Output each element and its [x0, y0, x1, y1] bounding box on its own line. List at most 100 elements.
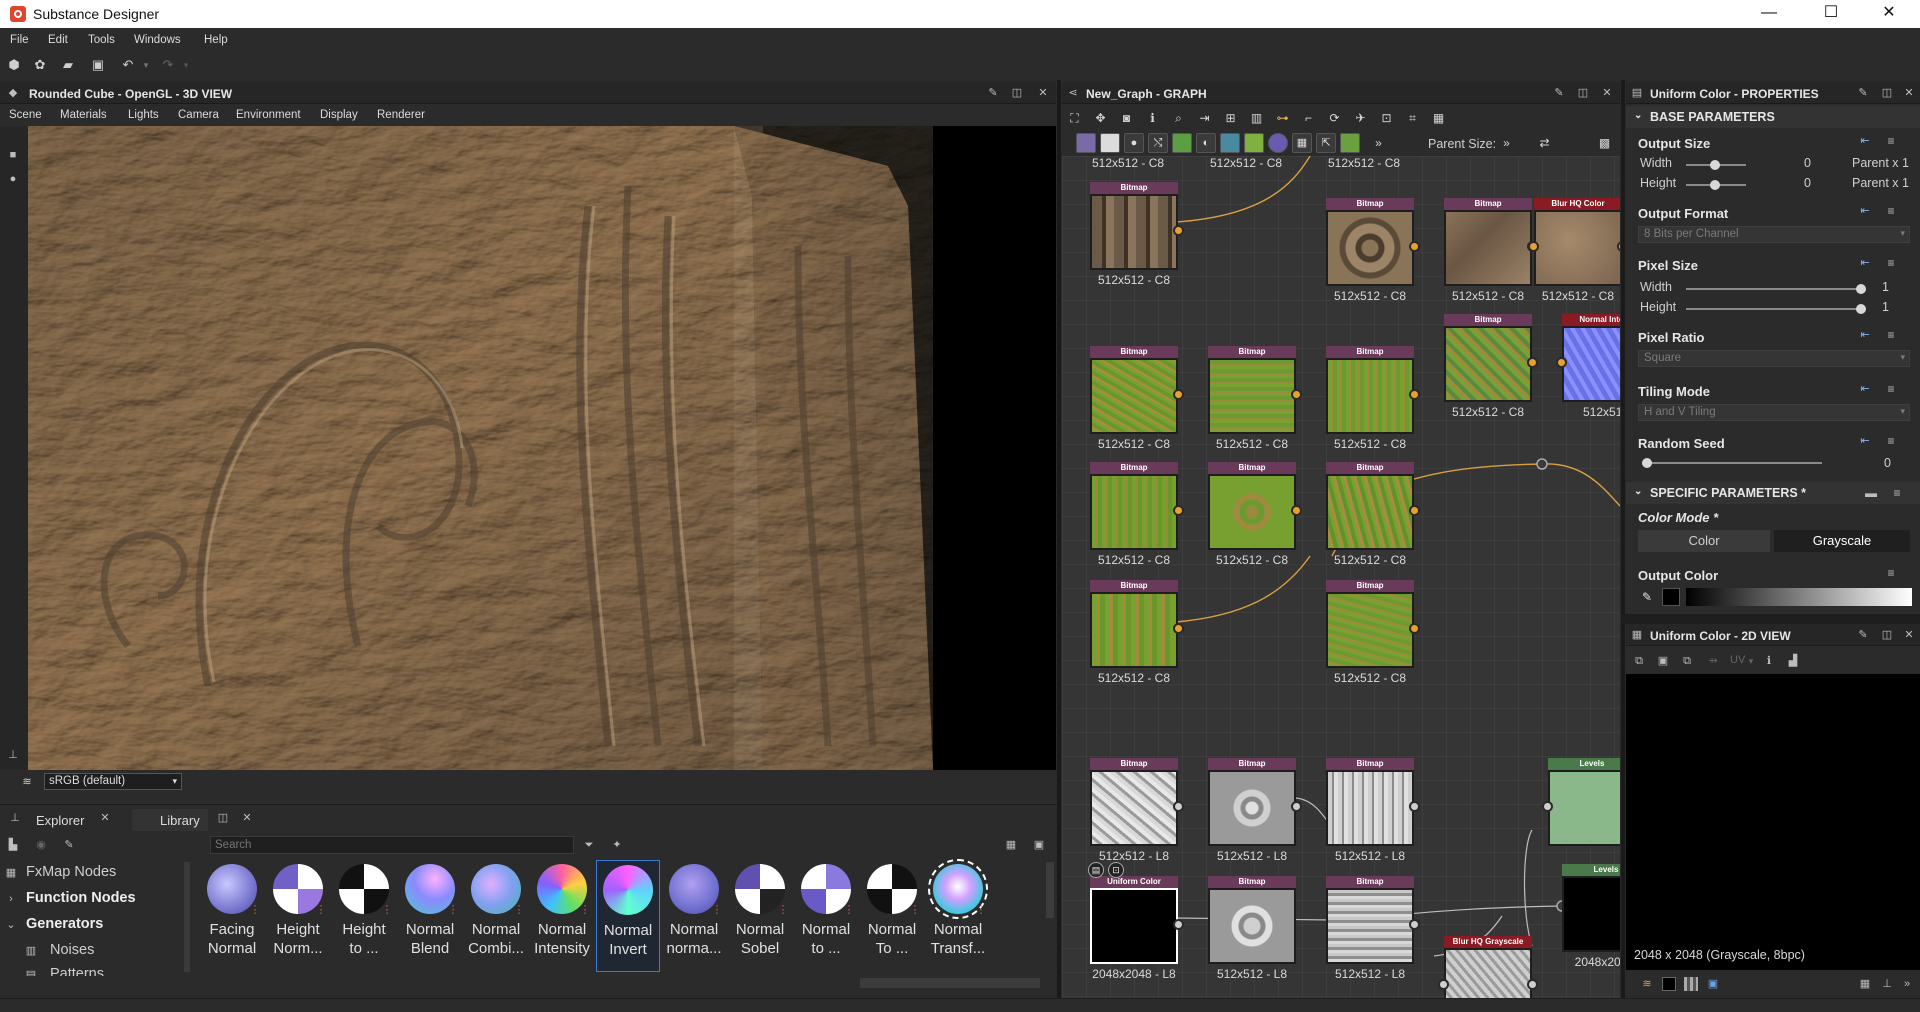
- publish-output-icon[interactable]: ⊡: [1108, 862, 1124, 878]
- slider-knob[interactable]: [1856, 304, 1866, 314]
- specific-parameters-header[interactable]: ⌄ SPECIFIC PARAMETERS * ▬ ≡: [1626, 482, 1920, 504]
- panel-splitter[interactable]: [1621, 80, 1625, 998]
- grid-icon[interactable]: ▦: [1430, 110, 1447, 127]
- graph-node-bitmap[interactable]: Bitmap 512x512 - C8: [1326, 462, 1420, 567]
- graph-node-bitmap[interactable]: Bitmap 512x512 - C8: [1444, 198, 1538, 303]
- axis-icon[interactable]: ⊥: [1880, 977, 1894, 991]
- undo-icon[interactable]: ↶: [120, 57, 136, 73]
- shuffle-icon[interactable]: ⤭: [1148, 133, 1168, 153]
- uv-toggle[interactable]: UV: [1730, 654, 1745, 666]
- view2d-canvas[interactable]: 2048 x 2048 (Grayscale, 8bpc): [1626, 674, 1920, 970]
- open-folder-icon[interactable]: ▰: [60, 57, 76, 73]
- output-port[interactable]: [1291, 801, 1302, 812]
- tiling-mode-select[interactable]: H and V Tiling ▾: [1638, 404, 1910, 421]
- link-icon[interactable]: ⇤: [1858, 204, 1872, 218]
- undock-icon[interactable]: ◫: [1880, 628, 1894, 642]
- graph-node-bitmap[interactable]: Bitmap 512x512 - C8: [1444, 314, 1538, 419]
- lib-item-normal-combine[interactable]: ⋮ Normal Combi...: [464, 860, 528, 972]
- output-port[interactable]: [1173, 389, 1184, 400]
- base-parameters-header[interactable]: ⌄ BASE PARAMETERS: [1626, 106, 1920, 128]
- view3d-menu-environment[interactable]: Environment: [236, 109, 301, 121]
- graph-node-bitmap[interactable]: Bitmap 512x512 - C8: [1090, 182, 1184, 287]
- library-search-input[interactable]: [210, 836, 574, 854]
- param-menu-icon[interactable]: ≡: [1884, 434, 1898, 448]
- tree-item-patterns[interactable]: ▤ Patterns: [0, 964, 194, 976]
- bitmap-node-icon[interactable]: [1076, 133, 1096, 153]
- tab-library[interactable]: Library: [132, 809, 208, 831]
- pixel-height-slider[interactable]: [1686, 304, 1866, 314]
- tree-item-noises[interactable]: ▥ Noises: [0, 938, 194, 964]
- graph-node-bitmap[interactable]: Bitmap 512x512 - C8: [1090, 580, 1184, 685]
- crop-icon[interactable]: ⌗: [1404, 110, 1421, 127]
- grayscale-gradient-slider[interactable]: [1686, 588, 1912, 606]
- library-tree-icon[interactable]: ▙: [6, 838, 20, 852]
- frame-all-icon[interactable]: ⛶: [1066, 110, 1083, 127]
- publish-icon[interactable]: ⊡: [1378, 110, 1395, 127]
- lib-item-normal-normalize[interactable]: ⋮ Normal norma...: [662, 860, 726, 972]
- slider-knob[interactable]: [1710, 180, 1720, 190]
- save-icon[interactable]: ▣: [90, 57, 106, 73]
- undock-icon[interactable]: ◫: [216, 811, 230, 825]
- slider-knob[interactable]: [1642, 458, 1652, 468]
- background-checker-icon[interactable]: [1684, 977, 1698, 991]
- output-port[interactable]: [1527, 357, 1538, 368]
- graph-node-bitmap[interactable]: Bitmap 512x512 - L8: [1208, 758, 1302, 863]
- close-tab-icon[interactable]: ✕: [240, 811, 254, 825]
- more-chevron-icon[interactable]: »: [1900, 977, 1914, 991]
- pin-icon[interactable]: ✎: [1856, 86, 1870, 100]
- tree-item-fxmap[interactable]: ▦ FxMap Nodes: [0, 860, 194, 886]
- document-icon[interactable]: ▤: [1088, 862, 1104, 878]
- param-menu-icon[interactable]: ≡: [1884, 382, 1898, 396]
- color-mode-grayscale-button[interactable]: Grayscale: [1774, 530, 1910, 552]
- pixel-width-value[interactable]: 1: [1882, 280, 1889, 294]
- library-hscrollbar[interactable]: [860, 978, 1040, 988]
- graph-node-blur-hq-grayscale[interactable]: Blur HQ Grayscale: [1438, 936, 1538, 998]
- maximize-button[interactable]: ☐: [1808, 0, 1854, 28]
- view3d-menu-lights[interactable]: Lights: [128, 109, 159, 121]
- input-port[interactable]: [1542, 801, 1553, 812]
- output-height-value[interactable]: 0: [1804, 176, 1811, 190]
- graph-node-normal-intensity[interactable]: Normal Inter... 512x512: [1556, 314, 1620, 419]
- reroute-dot[interactable]: [1536, 458, 1548, 470]
- info-icon[interactable]: ℹ: [1762, 654, 1776, 668]
- slider-knob[interactable]: [1710, 160, 1720, 170]
- view3d-viewport[interactable]: ■ ● ⊥: [0, 126, 1056, 770]
- output-port[interactable]: [1173, 919, 1184, 930]
- view3d-menu-scene[interactable]: Scene: [9, 109, 42, 121]
- output-port[interactable]: [1173, 801, 1184, 812]
- output-port[interactable]: [1173, 623, 1184, 634]
- uniform-node-icon[interactable]: [1100, 133, 1120, 153]
- graph-node-bitmap[interactable]: Bitmap 512x512 - L8: [1090, 758, 1184, 863]
- curve-node-icon[interactable]: [1172, 133, 1192, 153]
- chevron-down-icon[interactable]: ▾: [1744, 654, 1758, 668]
- lib-item-normal-to[interactable]: ⋮ Normal to ...: [794, 860, 858, 972]
- graph-node-bitmap[interactable]: Bitmap 512x512 - C8: [1326, 580, 1420, 685]
- copy-icon[interactable]: ⧉: [1680, 654, 1694, 668]
- output-port[interactable]: [1291, 505, 1302, 516]
- graph-options-icon[interactable]: ▩: [1596, 135, 1613, 152]
- eyedropper-icon[interactable]: ✎: [1640, 590, 1654, 604]
- distribute-icon[interactable]: ▥: [1248, 110, 1265, 127]
- color-mode-color-button[interactable]: Color: [1638, 530, 1770, 552]
- panel-splitter[interactable]: [1622, 614, 1920, 624]
- info-icon[interactable]: ℹ: [1144, 110, 1161, 127]
- close-panel-icon[interactable]: ✕: [1902, 86, 1916, 100]
- transform-node-icon[interactable]: [1220, 133, 1240, 153]
- grid-view-icon[interactable]: ▦: [1004, 838, 1018, 852]
- pin-icon[interactable]: ✎: [986, 86, 1000, 100]
- output-width-parent[interactable]: Parent x 1: [1852, 156, 1909, 170]
- tree-item-generators[interactable]: ⌄ Generators: [0, 912, 194, 938]
- graph-node-uniform-color[interactable]: Uniform Color 2048x2048 - L8: [1090, 876, 1184, 981]
- panel-splitter[interactable]: [1057, 80, 1061, 998]
- expand-icon[interactable]: ▣: [1032, 838, 1046, 852]
- view3d-menu-display[interactable]: Display: [320, 109, 358, 121]
- close-tab-icon[interactable]: ✕: [98, 811, 112, 825]
- view3d-menu-renderer[interactable]: Renderer: [377, 109, 425, 121]
- view3d-menu-materials[interactable]: Materials: [60, 109, 107, 121]
- redo-dropdown-icon[interactable]: ▾: [178, 57, 194, 73]
- more-chevron-icon[interactable]: »: [1370, 135, 1387, 152]
- rendered-cube[interactable]: [28, 126, 1056, 770]
- param-menu-icon[interactable]: ≡: [1884, 256, 1898, 270]
- output-port[interactable]: [1409, 241, 1420, 252]
- lib-item-normal-transform[interactable]: ⋮ Normal Transf...: [926, 859, 990, 972]
